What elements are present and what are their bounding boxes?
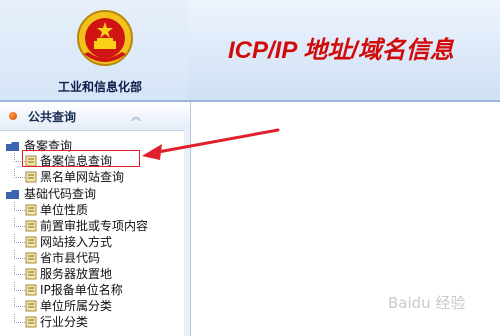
tree-item-server-location[interactable]: 服务器放置地: [0, 266, 180, 282]
tree-connector: [14, 218, 25, 227]
folder-group-icon: [6, 190, 19, 199]
tree-item-label: 服务器放置地: [40, 267, 113, 281]
app-title: ICP/IP 地址/域名信息: [228, 37, 454, 64]
folder-group-icon: [6, 142, 19, 151]
highlight-box: [22, 150, 140, 167]
tree-connector: [14, 282, 25, 291]
tree-item-label: 单位性质: [40, 203, 89, 217]
tree-connector: [14, 266, 25, 275]
document-icon: [25, 316, 37, 328]
document-icon: [25, 300, 37, 312]
sidebar-title: 公共查询: [28, 110, 77, 124]
tree-group-label: 基础代码查询: [24, 187, 97, 201]
orange-bullet-icon: [9, 112, 17, 120]
tree-item-industry[interactable]: 行业分类: [0, 314, 180, 330]
tree-connector: [14, 234, 25, 243]
watermark: Baidu 经验: [388, 294, 466, 312]
tree-item-blacklist-query[interactable]: 黑名单网站查询: [0, 169, 180, 185]
tree-item-label: 行业分类: [40, 315, 89, 329]
tree-item-label: IP报备单位名称: [40, 283, 123, 297]
tree-item-unit-nature[interactable]: 单位性质: [0, 202, 180, 218]
national-emblem-icon: [77, 10, 133, 66]
tree-item-ip-reporting-unit[interactable]: IP报备单位名称: [0, 282, 180, 298]
sidebar-scrollbar[interactable]: [184, 130, 190, 336]
document-icon: [25, 284, 37, 296]
document-icon: [25, 268, 37, 280]
document-icon: [25, 204, 37, 216]
tree-connector: [14, 202, 25, 211]
sidebar: 公共查询 ︽ 备案查询 备案信息查询 黑名单网站查询 基础代码查询 单位性质 前…: [0, 102, 191, 336]
tree-connector: [14, 314, 25, 323]
document-icon: [25, 220, 37, 232]
tree-connector: [14, 298, 25, 307]
document-icon: [25, 252, 37, 264]
document-icon: [25, 171, 37, 183]
tree-item-label: 省市县代码: [40, 251, 101, 265]
tree-item-unit-category[interactable]: 单位所属分类: [0, 298, 180, 314]
tree-item-label: 单位所属分类: [40, 299, 113, 313]
site-header: 工业和信息化部 ICP/IP 地址/域名信息: [0, 0, 500, 100]
tree-connector: [14, 169, 25, 178]
tree-item-label: 网站接入方式: [40, 235, 113, 249]
tree-item-region-code[interactable]: 省市县代码: [0, 250, 180, 266]
tree-connector: [14, 250, 25, 259]
tree-item-pre-approval[interactable]: 前置审批或专项内容: [0, 218, 180, 234]
sidebar-header[interactable]: 公共查询 ︽: [0, 102, 190, 131]
tree-item-access-method[interactable]: 网站接入方式: [0, 234, 180, 250]
tree-item-label: 黑名单网站查询: [40, 170, 125, 184]
double-chevron-up-icon[interactable]: ︽: [131, 108, 141, 123]
document-icon: [25, 236, 37, 248]
tree-item-label: 前置审批或专项内容: [40, 219, 149, 233]
ministry-name: 工业和信息化部: [58, 80, 143, 94]
